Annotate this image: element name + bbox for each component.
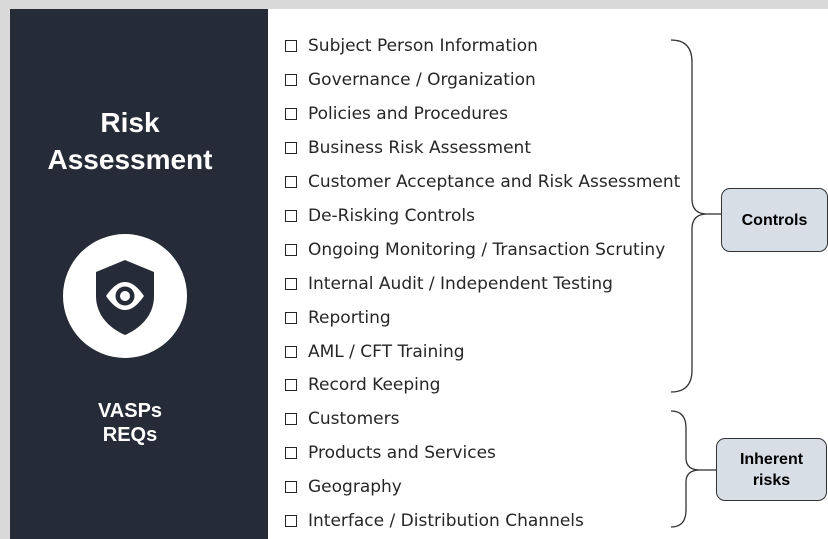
inherent-label-line1: Inherent [739, 450, 804, 468]
inherent-risks-box: Inherent risks [716, 438, 827, 501]
controls-box: Controls [721, 188, 828, 252]
inherent-brace [670, 410, 701, 528]
controls-label: Controls [741, 211, 808, 229]
controls-brace [670, 39, 708, 393]
brace-connectors [670, 39, 722, 528]
inherent-label-line2: risks [752, 471, 791, 489]
